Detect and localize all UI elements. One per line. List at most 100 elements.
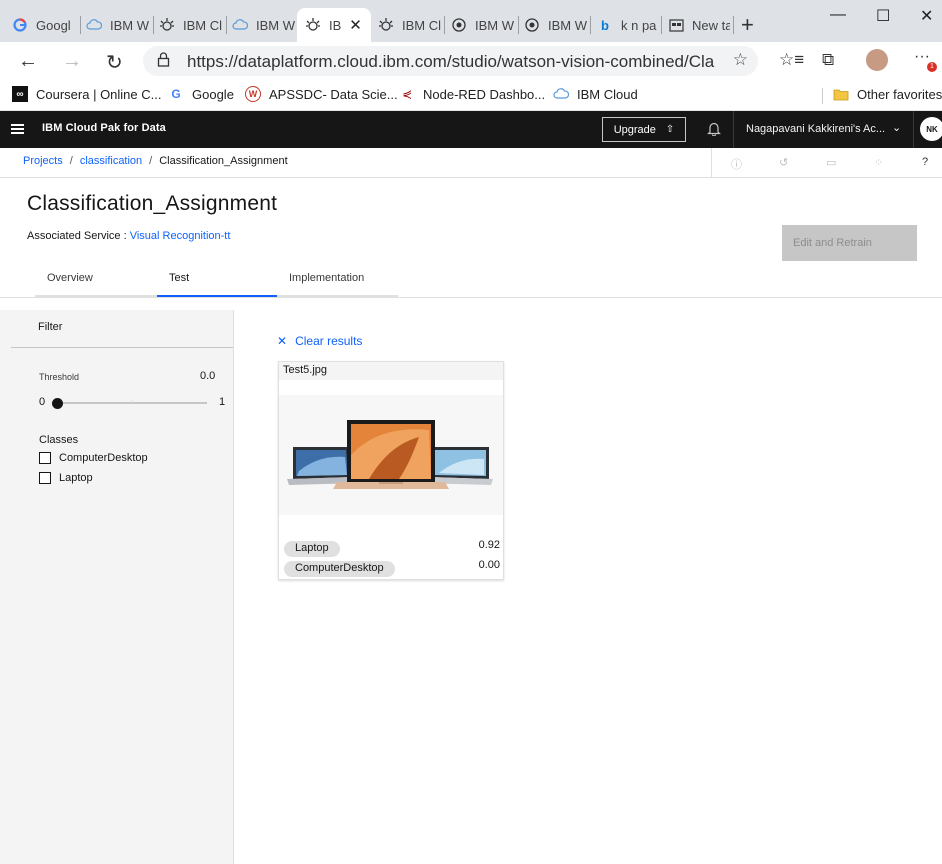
favorite-star-icon[interactable]: ☆ — [733, 50, 748, 70]
checkbox[interactable] — [39, 472, 51, 484]
collections-icon[interactable]: ⧉ — [822, 50, 834, 70]
class-label: Laptop — [59, 472, 93, 484]
bookmark-label: Coursera | Online C... — [36, 86, 162, 102]
browser-tab[interactable]: IBM W — [86, 8, 152, 42]
laptops-image — [279, 395, 503, 515]
upgrade-arrow-icon: ⇧ — [665, 124, 675, 135]
edit-and-retrain-button[interactable]: Edit and Retrain — [782, 225, 917, 261]
bookmark-label: IBM Cloud — [577, 86, 638, 102]
browser-tab[interactable]: IBM W — [524, 8, 590, 42]
browser-tab[interactable]: IBM W — [232, 8, 296, 42]
help-icon[interactable]: ? — [922, 156, 928, 168]
forward-icon[interactable]: → — [62, 50, 82, 73]
bookmark-ibm-cloud[interactable]: IBM Cloud — [553, 86, 638, 102]
browser-tab[interactable]: New ta — [668, 8, 730, 42]
classes-heading: Classes — [39, 434, 79, 446]
refresh-icon[interactable]: ↻ — [106, 50, 123, 75]
notification-badge: 1 — [927, 62, 937, 72]
new-tab-icon — [668, 17, 684, 33]
page-title: Classification_Assignment — [27, 192, 278, 215]
bookmark-google[interactable]: G Google — [168, 86, 234, 102]
browser-tab[interactable]: b k n pa — [597, 8, 659, 42]
upgrade-button[interactable]: Upgrade ⇧ — [602, 117, 686, 142]
collaborators-icon[interactable]: ⁘ — [874, 156, 883, 169]
comments-icon[interactable]: ▭ — [826, 156, 836, 169]
checkbox[interactable] — [39, 452, 51, 464]
bing-icon: b — [601, 17, 609, 33]
associated-service-link[interactable]: Visual Recognition-tt — [130, 230, 231, 242]
clear-results-label: Clear results — [295, 334, 363, 348]
other-favorites[interactable]: Other favorites — [833, 86, 942, 102]
bookmarks-bar: ∞ Coursera | Online C... G Google W APSS… — [0, 80, 942, 111]
notifications-bell-icon[interactable] — [707, 121, 721, 139]
bookmark-apssdc[interactable]: W APSSDC- Data Scie... — [245, 86, 398, 102]
class-filter-computerdesktop[interactable]: ComputerDesktop — [39, 452, 148, 464]
breadcrumb-separator: / — [69, 155, 73, 167]
folder-icon — [833, 86, 849, 102]
minimize-icon[interactable]: — — [830, 6, 846, 24]
url-field[interactable]: https://dataplatform.cloud.ibm.com/studi… — [143, 46, 758, 76]
upgrade-label: Upgrade — [613, 123, 656, 136]
window-close-icon[interactable]: ✕ — [920, 6, 933, 26]
tab-implementation[interactable]: Implementation — [277, 268, 398, 297]
tab-label: IBM W — [548, 17, 587, 33]
filter-panel — [0, 310, 233, 864]
maximize-icon[interactable]: ☐ — [876, 6, 890, 26]
user-avatar[interactable]: NK — [920, 117, 942, 141]
app-header: IBM Cloud Pak for Data Upgrade ⇧ Nagapav… — [0, 111, 942, 148]
project-toolbar: ⓘ ↺ ▭ ⁘ ? — [711, 148, 942, 178]
tab-label: Googl — [36, 17, 71, 33]
threshold-value: 0.0 — [200, 370, 216, 382]
tab-label: IBM W — [110, 17, 149, 33]
product-brand[interactable]: IBM Cloud Pak for Data — [42, 122, 166, 134]
info-icon[interactable]: ⓘ — [731, 156, 742, 172]
tab-label: IBM Cl — [183, 17, 222, 33]
new-tab-button[interactable]: + — [741, 12, 754, 38]
tab-label: IBM Cl — [402, 17, 441, 33]
apssdc-icon: W — [245, 86, 261, 102]
chevron-down-icon[interactable]: ⌄ — [892, 121, 901, 134]
class-score: 0.92 — [478, 539, 500, 551]
profile-avatar[interactable] — [866, 49, 888, 71]
bookmark-node-red[interactable]: ⋞ Node-RED Dashbo... — [399, 86, 545, 102]
breadcrumb-classification[interactable]: classification — [80, 155, 142, 167]
slider-min-label: 0 — [39, 396, 46, 408]
tab-label: k n pa — [621, 17, 657, 33]
hamburger-menu-icon[interactable] — [11, 124, 24, 134]
browser-tab[interactable]: IBM Cl — [378, 8, 442, 42]
bookmark-label: APSSDC- Data Scie... — [269, 86, 398, 102]
class-filter-laptop[interactable]: Laptop — [39, 472, 93, 484]
account-switcher[interactable]: Nagapavani Kakkireni's Ac... — [746, 123, 885, 135]
watson-icon — [378, 17, 394, 33]
tab-label: New ta — [692, 17, 730, 33]
history-icon[interactable]: ↺ — [779, 156, 788, 169]
tab-label: IB — [329, 17, 342, 33]
watson-studio-icon — [451, 17, 467, 33]
node-red-icon: ⋞ — [401, 87, 413, 101]
tab-overview[interactable]: Overview — [35, 268, 157, 297]
score-row: Laptop 0.92 — [284, 539, 500, 557]
clear-results-button[interactable]: ✕ Clear results — [277, 334, 362, 348]
browser-tab[interactable]: IBM Cl — [159, 8, 225, 42]
browser-tab[interactable]: IBM W — [451, 8, 517, 42]
result-card[interactable]: Test5.jpg Laptop 0.92 ComputerDesktop 0. — [278, 361, 504, 580]
slider-max-label: 1 — [219, 396, 226, 408]
result-filename: Test5.jpg — [279, 362, 503, 380]
threshold-slider-handle[interactable] — [51, 398, 63, 409]
close-icon[interactable]: ✕ — [349, 16, 362, 34]
favorites-list-icon[interactable]: ☆≡ — [779, 50, 804, 70]
breadcrumb-projects[interactable]: Projects — [23, 155, 63, 167]
close-icon: ✕ — [277, 334, 288, 348]
google-icon: G — [171, 87, 181, 101]
back-icon[interactable]: ← — [18, 50, 38, 73]
lock-icon — [157, 52, 170, 70]
watson-icon — [159, 17, 175, 33]
watson-icon — [305, 17, 321, 33]
browser-tab-strip: Googl IBM W IBM Cl IBM W IB ✕ IBM Cl IBM… — [0, 0, 942, 42]
tab-label: IBM W — [256, 17, 295, 33]
tab-test[interactable]: Test — [157, 268, 277, 297]
browser-tab[interactable]: Googl — [12, 8, 78, 42]
browser-tab-active[interactable]: IB ✕ — [297, 8, 371, 42]
bookmark-coursera[interactable]: ∞ Coursera | Online C... — [12, 86, 161, 102]
watson-studio-icon — [524, 17, 540, 33]
